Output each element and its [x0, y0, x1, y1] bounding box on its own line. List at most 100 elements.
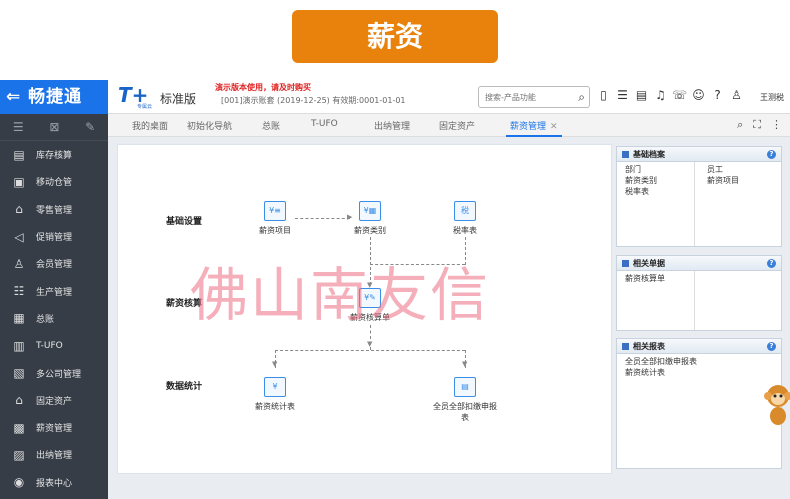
tab-ufo[interactable]: T-UFO [311, 119, 338, 129]
sidebar-item-label: 报表中心 [36, 478, 73, 489]
link-staff-report[interactable]: 全员全部扣缴申报表 [625, 356, 773, 367]
link-salary-register[interactable]: 薪资核算单 [625, 273, 773, 284]
mascot-icon[interactable]: ☺ [691, 88, 706, 102]
sidebar-item-promotion[interactable]: ◁ 促销管理 [0, 223, 108, 250]
sidebar-item-cashier[interactable]: ▨ 出纳管理 [0, 441, 108, 468]
sidebar-item-ledger[interactable]: ▦ 总账 [0, 305, 108, 332]
panel-header: 相关单据? [617, 256, 781, 271]
logo-text: 畅捷通 [28, 87, 83, 107]
tab-cashier[interactable]: 出纳管理 [374, 119, 410, 132]
mobile-warehouse-icon: ▣ [13, 174, 25, 189]
salary-icon: ▩ [13, 420, 25, 435]
tab-tools: ⌕ ⛶ ⋮ [737, 118, 782, 132]
arrow-head-icon: ▼ [272, 360, 278, 368]
node-salary-stats[interactable]: ¥ 薪资统计表 [240, 377, 310, 412]
search-icon[interactable]: ⌕ [737, 118, 743, 132]
product-sub: 专属云 [137, 104, 153, 110]
node-staff-report[interactable]: ▤ 全员全部扣缴申报表 [430, 377, 500, 423]
panel-icon [622, 343, 629, 350]
back-arrow-icon[interactable]: ⇐ [6, 87, 21, 107]
sidebar-toolbar: ☰ ⊠ ✎ [0, 114, 108, 141]
phone-icon[interactable]: ☏ [672, 88, 687, 102]
sidebar-item-production[interactable]: ☷ 生产管理 [0, 277, 108, 304]
divider [694, 271, 695, 330]
node-salary-category[interactable]: ¥▦ 薪资类别 [335, 201, 405, 236]
panel-related-reports: 相关报表? 全员全部扣缴申报表 薪资统计表 [616, 338, 782, 469]
user-icon[interactable]: ♙ [729, 88, 744, 102]
link-department[interactable]: 部门 [625, 164, 773, 175]
section-setup: 基础设置 [166, 217, 203, 227]
panel-title: 相关报表 [633, 342, 665, 351]
sidebar-item-mobile-warehouse[interactable]: ▣ 移动仓管 [0, 168, 108, 195]
edition-label: 标准版 [160, 92, 197, 106]
panel-body: 薪资核算单 [617, 271, 781, 330]
sidebar-item-label: 薪资管理 [36, 424, 73, 435]
sidebar-item-member[interactable]: ♙ 会员管理 [0, 250, 108, 277]
sidebar-item-label: 促销管理 [36, 233, 73, 244]
sidebar-item-retail[interactable]: ⌂ 零售管理 [0, 196, 108, 223]
sidebar-item-inventory[interactable]: ▤ 库存核算 [0, 141, 108, 168]
panel-title: 基础档案 [633, 150, 665, 159]
sidebar-item-reports[interactable]: ◉ 报表中心 [0, 469, 108, 496]
search-icon[interactable]: ⌕ [578, 90, 585, 105]
sidebar-item-label: 会员管理 [36, 260, 73, 271]
sidebar-item-fixed-assets[interactable]: ⌂ 固定资产 [0, 387, 108, 414]
sidebar-item-label: 零售管理 [36, 205, 73, 216]
salary-stats-icon: ¥ [264, 377, 286, 397]
more-icon[interactable]: ⋮ [771, 118, 782, 132]
staff-report-icon: ▤ [454, 377, 476, 397]
account-info: [001]演示账套 (2019-12-25) 有效期:0001-01-01 [221, 96, 406, 105]
help-icon[interactable]: ? [767, 259, 776, 268]
help-icon[interactable]: ? [710, 88, 725, 102]
tab-fixed-assets[interactable]: 固定资产 [439, 119, 475, 132]
tab-my-desktop[interactable]: 我的桌面 [132, 119, 168, 132]
panel-header: 相关报表? [617, 339, 781, 354]
node-label: 薪资统计表 [255, 402, 295, 411]
edit-icon[interactable]: ✎ [85, 120, 95, 134]
sidebar-item-ufo[interactable]: ▥ T-UFO [0, 332, 108, 359]
tab-init-nav[interactable]: 初始化导航 [187, 119, 232, 132]
sidebar-item-label: 出纳管理 [36, 451, 73, 462]
link-tax-table[interactable]: 税率表 [625, 186, 773, 197]
sidebar: ☰ ⊠ ✎ ▤ 库存核算 ▣ 移动仓管 ⌂ 零售管理 ◁ 促销管理 ♙ 会员管理 ☷ 生产管… [0, 114, 108, 499]
panel-header: 基础档案? [617, 147, 781, 162]
header-toolbar: ▯ ☰ ▤ ♫ ☏ ☺ ? ♙ [596, 88, 744, 102]
sidebar-item-multi-company[interactable]: ▧ 多公司管理 [0, 359, 108, 386]
help-icon[interactable]: ? [767, 342, 776, 351]
link-salary-item[interactable]: 薪资项目 [707, 175, 739, 186]
sidebar-item-salary[interactable]: ▩ 薪资管理 [0, 414, 108, 441]
help-icon[interactable]: ? [767, 150, 776, 159]
link-salary-stats[interactable]: 薪资统计表 [625, 367, 773, 378]
username[interactable]: 王测税 [760, 92, 784, 103]
collapse-icon[interactable]: ⊠ [49, 120, 59, 134]
sidebar-item-label: 固定资产 [36, 396, 73, 407]
mobile-icon[interactable]: ▯ [596, 88, 611, 102]
sidebar-item-label: 库存核算 [36, 151, 73, 162]
fullscreen-icon[interactable]: ⛶ [753, 118, 761, 132]
tab-ledger[interactable]: 总账 [262, 119, 280, 132]
promotion-icon: ◁ [14, 229, 24, 244]
bell-icon[interactable]: ♫ [653, 88, 668, 102]
tab-salary[interactable]: 薪资管理 ✕ [506, 119, 562, 137]
close-icon[interactable]: ✕ [550, 122, 558, 132]
chart-icon[interactable]: ▤ [634, 88, 649, 102]
panel-related-docs: 相关单据? 薪资核算单 [616, 255, 782, 331]
watermark: 佛山南友信 [190, 261, 491, 329]
flow-arrow [275, 350, 465, 351]
arrow-head-icon: ▼ [462, 360, 468, 368]
menu-icon[interactable]: ☰ [13, 120, 24, 134]
node-tax-table[interactable]: 税 税率表 [430, 201, 500, 236]
page-banner-title: 薪资 [292, 10, 498, 63]
panel-body: 部门 薪资类别 税率表 员工 薪资项目 [617, 162, 781, 246]
mascot-icon[interactable] [764, 382, 790, 426]
message-icon[interactable]: ☰ [615, 88, 630, 102]
sidebar-item-label: T-UFO [36, 340, 63, 351]
link-employee[interactable]: 员工 [707, 164, 739, 175]
node-salary-item[interactable]: ¥≡ 薪资项目 [240, 201, 310, 236]
ledger-icon: ▦ [13, 311, 25, 326]
search-input[interactable] [479, 87, 567, 107]
panel-col2: 员工 薪资项目 [707, 164, 739, 186]
app-logo[interactable]: ⇐ 畅捷通 [0, 80, 108, 114]
node-label: 薪资项目 [259, 226, 291, 235]
link-salary-category[interactable]: 薪资类别 [625, 175, 773, 186]
